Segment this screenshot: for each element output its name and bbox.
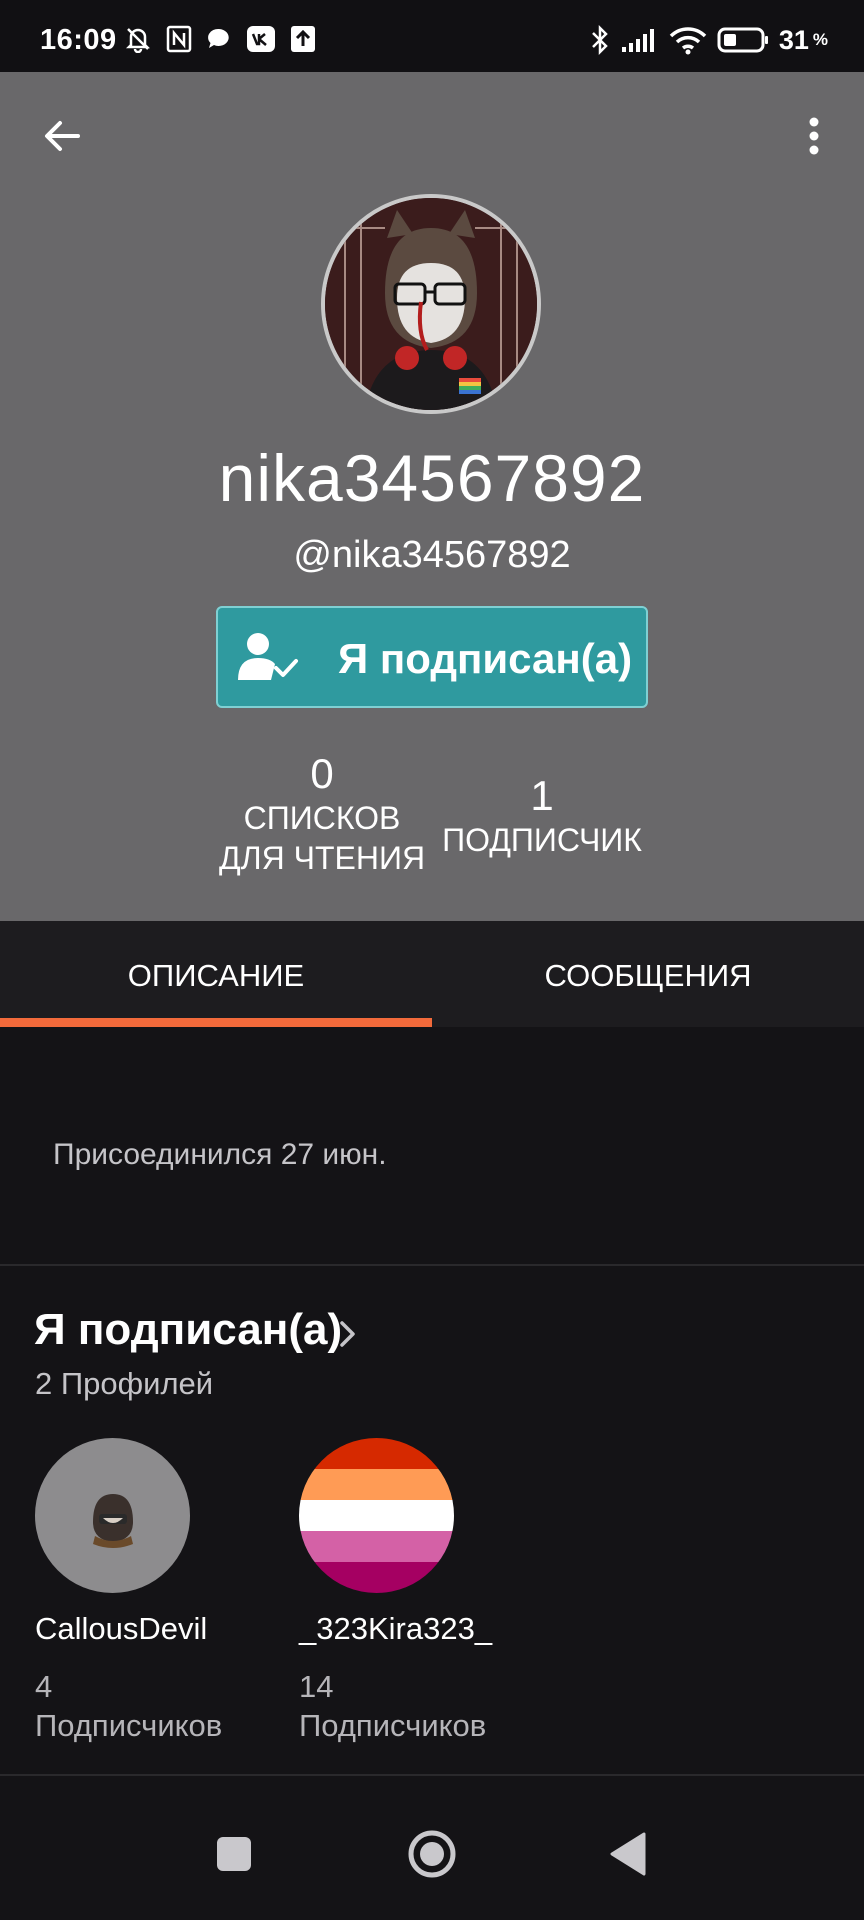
joined-date: Присоединился 27 июн. xyxy=(53,1138,387,1171)
username-handle: @nika34567892 xyxy=(293,534,571,576)
profile-screen: 16:09 31 % nika34567892 @nika34567892 Я … xyxy=(0,0,864,1920)
wifi-icon xyxy=(669,27,707,55)
section-divider xyxy=(0,1264,864,1266)
active-tab-indicator xyxy=(0,1018,432,1027)
battery-icon xyxy=(717,27,768,53)
more-vertical-icon xyxy=(809,117,819,155)
stat-reading-lists[interactable]: 0 СПИСКОВ ДЛЯ ЧТЕНИЯ xyxy=(212,750,432,878)
user-name[interactable]: CallousDevil xyxy=(35,1611,265,1647)
status-bar: 16:09 31 % xyxy=(0,0,864,72)
stat-followers[interactable]: 1 ПОДПИСЧИК xyxy=(432,772,652,860)
user-avatar[interactable] xyxy=(299,1438,454,1593)
back-nav-button[interactable] xyxy=(598,1824,658,1884)
stat-value: 0 xyxy=(310,750,334,797)
nfc-icon xyxy=(166,25,192,53)
stat-label: ДЛЯ ЧТЕНИЯ xyxy=(218,840,426,876)
user-check-icon xyxy=(238,633,298,680)
tab-messages[interactable]: СООБЩЕНИЯ xyxy=(432,921,864,1027)
tab-description[interactable]: ОПИСАНИЕ xyxy=(0,921,432,1027)
profile-avatar[interactable] xyxy=(321,194,541,414)
user-follower-count: 4 xyxy=(35,1669,53,1704)
home-button[interactable] xyxy=(402,1824,462,1884)
message-bubble-icon xyxy=(208,28,229,48)
battery-unit: % xyxy=(812,30,828,49)
following-button[interactable]: Я подписан(а) xyxy=(216,606,648,708)
signal-icon xyxy=(621,29,654,52)
user-name[interactable]: _323Kira323_ xyxy=(299,1611,529,1647)
user-follower-label: Подписчиков xyxy=(35,1708,223,1743)
user-follower-label: Подписчиков xyxy=(299,1708,487,1743)
vk-icon xyxy=(247,26,275,52)
following-count: 2 Профилей xyxy=(35,1366,214,1401)
following-button-label: Я подписан(а) xyxy=(338,635,633,682)
status-time: 16:09 xyxy=(40,24,117,56)
following-user-card[interactable]: CallousDevil 4 Подписчиков xyxy=(35,1438,265,1745)
tab-bar: ОПИСАНИЕ СООБЩЕНИЯ xyxy=(0,921,864,1027)
profile-header: nika34567892 @nika34567892 Я подписан(а)… xyxy=(0,72,864,921)
arrow-left-icon xyxy=(45,121,80,151)
avatar-illustration xyxy=(325,198,537,410)
recents-button[interactable] xyxy=(204,1824,264,1884)
bluetooth-icon xyxy=(591,24,608,56)
following-user-card[interactable]: _323Kira323_ 14 Подписчиков xyxy=(299,1438,529,1745)
bell-off-icon xyxy=(125,28,151,53)
stat-label: ПОДПИСЧИК xyxy=(442,822,642,858)
chevron-right-icon[interactable] xyxy=(336,1317,360,1351)
display-name: nika34567892 xyxy=(218,441,646,515)
stat-label: СПИСКОВ xyxy=(243,800,401,836)
system-nav-bar xyxy=(0,1776,864,1920)
upload-icon xyxy=(291,26,315,52)
lesbian-flag-avatar xyxy=(299,1438,454,1593)
battery-level: 31 xyxy=(778,24,809,55)
back-button[interactable] xyxy=(38,112,86,160)
user-follower-count: 14 xyxy=(299,1669,334,1704)
stat-value: 1 xyxy=(530,772,554,819)
following-section-title[interactable]: Я подписан(а) xyxy=(34,1305,342,1355)
more-options-button[interactable] xyxy=(794,112,834,160)
avatar-illustration xyxy=(35,1438,190,1593)
user-avatar[interactable] xyxy=(35,1438,190,1593)
